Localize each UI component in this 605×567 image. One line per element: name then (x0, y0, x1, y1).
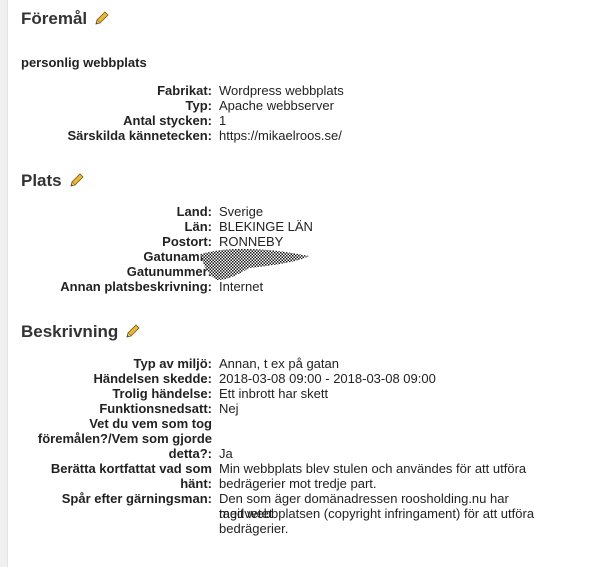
field-value-line: tagit webbplatsen (copyright infringamen… (219, 506, 535, 521)
field-value: Ja (219, 446, 233, 461)
field-value: 1 (219, 113, 227, 128)
pencil-icon[interactable] (93, 11, 109, 27)
field-value-line: bedrägerier. (219, 521, 289, 536)
field-label: Län: (184, 219, 212, 234)
field-label: Typ: (185, 98, 212, 113)
field-value: Sverige (219, 204, 264, 219)
pencil-icon[interactable] (68, 173, 84, 189)
section-beskrivning: Beskrivning (21, 322, 140, 342)
field-value: Apache webbserver (219, 98, 334, 113)
field-label-line: Berätta kortfattat vad som (50, 461, 212, 476)
field-value: 2018-03-08 09:00 - 2018-03-08 09:00 (219, 371, 436, 386)
field-label: Postort: (162, 234, 212, 249)
field-label: Land: (176, 204, 212, 219)
field-value: Annan, t ex på gatan (219, 356, 339, 371)
section-title-beskrivning: Beskrivning (21, 322, 119, 341)
section-title-foremal: Föremål (21, 9, 88, 28)
field-label: Fabrikat: (157, 83, 212, 98)
field-label: Gatunummer: (126, 264, 212, 279)
field-label: Spår efter gärningsman: (61, 491, 212, 506)
field-label-line: Vet du vem som tog (89, 416, 212, 431)
item-title: personlig webbplats (21, 55, 147, 70)
section-foremal: Föremål (21, 9, 109, 29)
field-label-line: detta?: (168, 446, 212, 461)
field-label: Händelsen skedde: (93, 371, 213, 386)
field-value: https://mikaelroos.se/ (219, 128, 342, 143)
pencil-icon[interactable] (124, 324, 140, 340)
left-sidebar-edge (0, 0, 8, 567)
field-label-line: föremålen?/Vem som gjorde (37, 431, 212, 446)
field-value: Ett inbrott har skett (219, 386, 329, 401)
field-label: Särskilda kännetecken: (67, 128, 212, 143)
field-value-line: Min webbplats blev stulen och användes f… (219, 461, 527, 476)
field-label: Gatunamn: (143, 249, 212, 264)
field-value-line: bedrägerier mot tredje part. (219, 476, 377, 491)
field-label: Trolig händelse: (112, 386, 212, 401)
section-title-plats: Plats (21, 171, 62, 190)
field-label: Typ av miljö: (133, 356, 213, 371)
field-label: Annan platsbeskrivning: (60, 279, 212, 294)
field-value: Nej (219, 401, 239, 416)
field-label: Antal stycken: (123, 113, 212, 128)
redaction-scribble (201, 248, 309, 280)
field-label: Funktionsnedsatt: (99, 401, 212, 416)
field-value: BLEKINGE LÄN (219, 219, 313, 234)
field-label-line: hänt: (180, 476, 212, 491)
section-plats: Plats (21, 171, 84, 191)
field-value: Wordpress webbplats (219, 83, 344, 98)
